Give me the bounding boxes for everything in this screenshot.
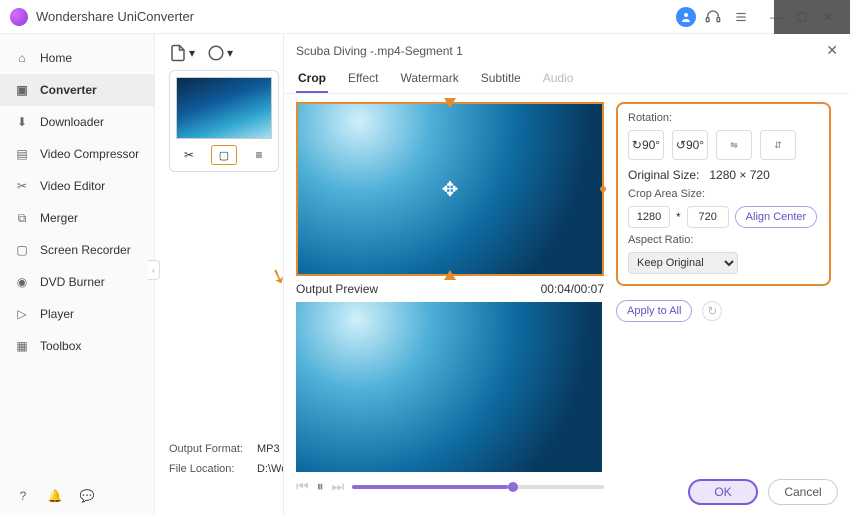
crop-handle-top[interactable] (444, 98, 456, 108)
flip-vertical-button[interactable]: ⇵ (760, 130, 796, 160)
cancel-button[interactable]: Cancel (768, 479, 838, 505)
crop-frame[interactable]: ✥ ➘ (296, 102, 604, 276)
sidebar-item-recorder[interactable]: ▢ Screen Recorder (0, 234, 154, 266)
tab-watermark[interactable]: Watermark (398, 65, 460, 93)
clip-card: ✂ ▢ ≡ (169, 70, 279, 172)
editor-title: Scuba Diving -.mp4-Segment 1 (296, 44, 463, 58)
merge-icon: ⧉ (14, 210, 30, 226)
aspect-ratio-select[interactable]: Keep Original (628, 252, 738, 274)
crop-width-input[interactable] (628, 206, 670, 228)
app-title: Wondershare UniConverter (36, 9, 194, 24)
more-icon[interactable]: ≡ (246, 145, 272, 165)
align-center-button[interactable]: Align Center (735, 206, 818, 228)
rotate-ccw-button[interactable]: ↺90° (672, 130, 708, 160)
trim-icon[interactable]: ✂ (176, 145, 202, 165)
video-preview-source[interactable]: ✥ (298, 104, 602, 274)
sidebar-item-label: DVD Burner (40, 275, 105, 289)
sidebar-item-merger[interactable]: ⧉ Merger (0, 202, 154, 234)
disc-icon: ◉ (14, 274, 30, 290)
sidebar-item-label: Toolbox (40, 339, 81, 353)
account-avatar[interactable] (676, 7, 696, 27)
tab-crop[interactable]: Crop (296, 65, 328, 93)
flip-horizontal-button[interactable]: ⇋ (716, 130, 752, 160)
crop-size-label: Crop Area Size: (628, 188, 819, 200)
orig-size-value: 1280 × 720 (709, 168, 769, 182)
aspect-ratio-label: Aspect Ratio: (628, 234, 819, 246)
sidebar-item-compressor[interactable]: ▤ Video Compressor (0, 138, 154, 170)
help-icon[interactable]: ? (14, 487, 32, 505)
file-location-label: File Location: (169, 463, 247, 475)
sidebar-item-label: Home (40, 51, 72, 65)
sidebar-item-editor[interactable]: ✂ Video Editor (0, 170, 154, 202)
sidebar-item-dvd[interactable]: ◉ DVD Burner (0, 266, 154, 298)
toolbox-icon: ▦ (14, 338, 30, 354)
output-format-value[interactable]: MP3 (257, 443, 280, 455)
bell-icon[interactable]: 🔔 (46, 487, 64, 505)
sidebar: ⌂ Home ▣ Converter ⬇ Downloader ▤ Video Comp… (0, 34, 155, 515)
output-format-label: Output Format: (169, 443, 247, 455)
window-dark-overlay (774, 0, 850, 34)
sidebar-item-label: Converter (40, 83, 97, 97)
add-file-button[interactable]: ▾ (169, 44, 195, 62)
tab-subtitle[interactable]: Subtitle (479, 65, 523, 93)
ok-button[interactable]: OK (688, 479, 758, 505)
crop-icon[interactable]: ▢ (211, 145, 237, 165)
seek-knob[interactable] (508, 482, 518, 492)
sidebar-item-player[interactable]: ▷ Player (0, 298, 154, 330)
sidebar-item-label: Screen Recorder (40, 243, 131, 257)
sidebar-item-toolbox[interactable]: ▦ Toolbox (0, 330, 154, 362)
clip-thumbnail[interactable] (176, 77, 272, 139)
reset-icon[interactable]: ↻ (702, 301, 722, 321)
seek-fill (352, 485, 508, 489)
scissors-icon: ✂ (14, 178, 30, 194)
sidebar-item-label: Downloader (40, 115, 104, 129)
menu-icon[interactable] (730, 6, 752, 28)
download-icon: ⬇ (14, 114, 30, 130)
sidebar-item-label: Merger (40, 211, 78, 225)
recorder-icon: ▢ (14, 242, 30, 258)
output-preview-label: Output Preview (296, 282, 378, 296)
compress-icon: ▤ (14, 146, 30, 162)
pause-button[interactable]: ⏸ (317, 478, 324, 495)
editor-panel: Scuba Diving -.mp4-Segment 1 ✕ Crop Effe… (283, 34, 850, 515)
sidebar-collapse-handle[interactable]: ‹ (148, 260, 160, 280)
prev-frame-button[interactable]: ⏮ (296, 478, 309, 495)
sidebar-item-home[interactable]: ⌂ Home (0, 42, 154, 74)
sidebar-item-label: Video Compressor (40, 147, 139, 161)
tab-audio[interactable]: Audio (541, 65, 576, 93)
tab-effect[interactable]: Effect (346, 65, 380, 93)
converter-icon: ▣ (14, 82, 30, 98)
move-icon[interactable]: ✥ (442, 177, 459, 202)
sidebar-item-label: Player (40, 307, 74, 321)
home-icon: ⌂ (14, 50, 30, 66)
titlebar: Wondershare UniConverter — ✕ (0, 0, 850, 34)
next-frame-button[interactable]: ⏭ (332, 478, 345, 495)
multiply-label: * (676, 210, 681, 224)
time-display: 00:04/00:07 (541, 282, 604, 296)
sidebar-item-downloader[interactable]: ⬇ Downloader (0, 106, 154, 138)
rotate-cw-button[interactable]: ↻90° (628, 130, 664, 160)
add-folder-button[interactable]: ▾ (207, 44, 233, 62)
sidebar-item-converter[interactable]: ▣ Converter (0, 74, 154, 106)
play-icon: ▷ (14, 306, 30, 322)
chat-icon[interactable]: 💬 (78, 487, 96, 505)
editor-close-icon[interactable]: ✕ (826, 42, 838, 59)
crop-handle-bottom[interactable] (444, 270, 456, 280)
crop-handle-right[interactable] (600, 186, 606, 192)
seek-bar[interactable] (352, 485, 604, 489)
rotation-panel: Rotation: ↻90° ↺90° ⇋ ⇵ Original Size: 12… (616, 102, 831, 286)
crop-height-input[interactable] (687, 206, 729, 228)
orig-size-label: Original Size: (628, 168, 699, 182)
rotation-label: Rotation: (628, 112, 819, 124)
apply-all-button[interactable]: Apply to All (616, 300, 692, 322)
sidebar-item-label: Video Editor (40, 179, 105, 193)
headset-icon[interactable] (702, 6, 724, 28)
video-preview-output (296, 302, 602, 472)
app-logo-icon (10, 8, 28, 26)
